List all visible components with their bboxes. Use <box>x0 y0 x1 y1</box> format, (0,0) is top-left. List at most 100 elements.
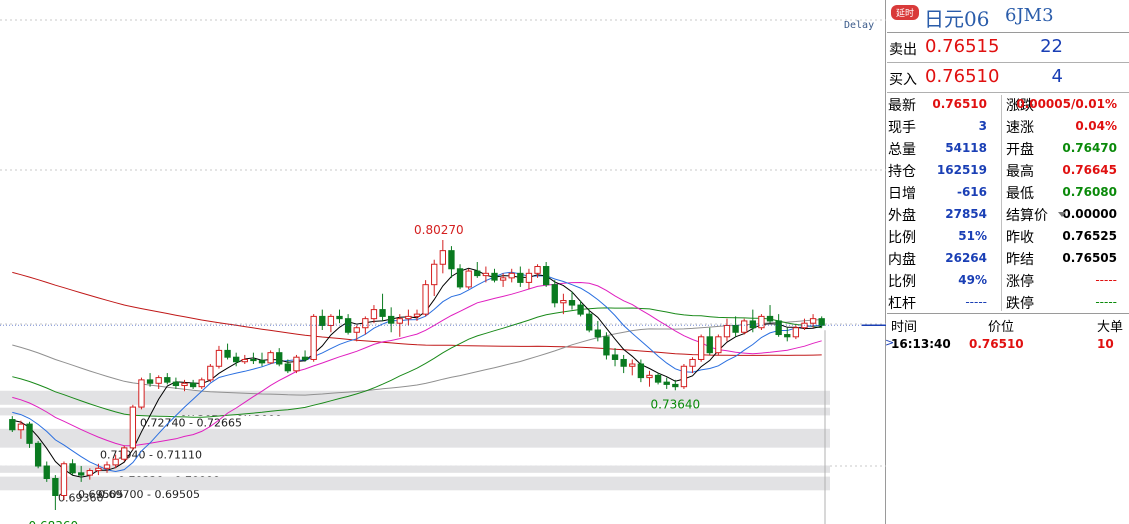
candle-body[interactable] <box>155 377 162 384</box>
candle-body[interactable] <box>207 365 214 381</box>
candle-body[interactable] <box>784 334 791 338</box>
candle-body[interactable] <box>26 423 33 444</box>
candle-body[interactable] <box>250 358 257 362</box>
candle-body[interactable] <box>370 309 378 320</box>
candle-body[interactable] <box>319 315 326 326</box>
candle-body[interactable] <box>422 284 429 315</box>
sell-price[interactable]: 0.76515 <box>925 36 999 57</box>
candle-body[interactable] <box>9 419 16 431</box>
candle-body[interactable] <box>809 318 817 324</box>
candle-body[interactable] <box>586 313 593 331</box>
chevron-down-icon[interactable] <box>1058 212 1066 217</box>
candle-body[interactable] <box>336 315 343 320</box>
candle-body[interactable] <box>611 354 619 360</box>
candle-body[interactable] <box>387 315 395 324</box>
candle-body[interactable] <box>52 477 59 496</box>
candle-body[interactable] <box>697 336 705 360</box>
candle-body[interactable] <box>95 467 102 472</box>
candle-body[interactable] <box>646 374 653 379</box>
candle-body[interactable] <box>706 336 713 354</box>
candle-body[interactable] <box>129 406 137 449</box>
candle-body[interactable] <box>663 381 670 385</box>
candle-body[interactable] <box>577 304 584 315</box>
candle-body[interactable] <box>499 277 507 281</box>
candle-body[interactable] <box>181 382 188 387</box>
contract-name[interactable]: 日元06 <box>924 3 989 32</box>
candle-body[interactable] <box>749 320 756 329</box>
candle-body[interactable] <box>603 336 610 356</box>
sell-row[interactable]: 卖出 0.76515 22 <box>887 33 1129 63</box>
candle-body[interactable] <box>241 358 248 363</box>
candle-body[interactable] <box>654 374 662 383</box>
candle-body[interactable] <box>258 360 266 364</box>
candle-body[interactable] <box>637 363 645 379</box>
candle-body[interactable] <box>60 463 68 496</box>
candle-body[interactable] <box>138 379 145 408</box>
candle-body[interactable] <box>568 300 576 306</box>
candle-body[interactable] <box>146 379 154 384</box>
buy-price[interactable]: 0.76510 <box>925 66 999 87</box>
candle-body[interactable] <box>689 358 696 367</box>
candle-body[interactable] <box>112 458 119 466</box>
candle-body[interactable] <box>310 315 317 360</box>
candle-body[interactable] <box>482 272 490 277</box>
candle-body[interactable] <box>327 315 335 326</box>
candle-body[interactable] <box>456 268 464 288</box>
candle-body[interactable] <box>517 272 524 283</box>
candle-body[interactable] <box>715 336 722 354</box>
candle-body[interactable] <box>560 300 567 304</box>
candle-body[interactable] <box>594 329 601 338</box>
candle-body[interactable] <box>439 250 447 265</box>
candle-body[interactable] <box>172 381 180 387</box>
candle-body[interactable] <box>431 263 438 286</box>
candlestick-chart[interactable]: 0.73620 - 0.730000.72740 - 0.726650.7194… <box>0 0 886 524</box>
candle-body[interactable] <box>474 270 481 277</box>
candle-body[interactable] <box>78 472 85 476</box>
candle-body[interactable] <box>775 320 782 336</box>
buy-row[interactable]: 买入 0.76510 4 <box>887 63 1129 93</box>
candle-body[interactable] <box>723 324 731 338</box>
candle-body[interactable] <box>121 447 128 460</box>
candle-body[interactable] <box>766 315 774 322</box>
candle-body[interactable] <box>732 324 739 333</box>
candle-body[interactable] <box>818 318 825 326</box>
contract-code[interactable]: 6JM3 <box>1005 5 1054 26</box>
candle-body[interactable] <box>620 358 627 367</box>
candle-body[interactable] <box>189 382 197 388</box>
candle-body[interactable] <box>465 270 472 288</box>
candle-body[interactable] <box>276 352 283 365</box>
candle-body[interactable] <box>508 272 515 279</box>
candle-body[interactable] <box>301 356 309 360</box>
candle-body[interactable] <box>379 309 386 317</box>
candle-body[interactable] <box>672 383 679 388</box>
candle-body[interactable] <box>164 377 171 383</box>
candle-body[interactable] <box>680 365 688 388</box>
candle-body[interactable] <box>86 470 93 476</box>
candle-body[interactable] <box>17 423 25 431</box>
candle-body[interactable] <box>284 363 292 372</box>
candle-body[interactable] <box>103 464 111 469</box>
candle-body[interactable] <box>198 379 205 388</box>
candle-body[interactable] <box>34 442 42 467</box>
candle-body[interactable] <box>741 320 748 333</box>
candle-body[interactable] <box>551 284 558 304</box>
candle-body[interactable] <box>353 327 360 333</box>
candle-body[interactable] <box>413 313 421 317</box>
candle-body[interactable] <box>233 356 240 363</box>
candle-body[interactable] <box>405 315 412 320</box>
candle-body[interactable] <box>758 315 765 329</box>
candle-body[interactable] <box>224 349 231 358</box>
candle-body[interactable] <box>491 272 498 281</box>
candle-body[interactable] <box>43 465 50 479</box>
candle-body[interactable] <box>542 266 550 286</box>
candle-body[interactable] <box>792 327 800 338</box>
candle-body[interactable] <box>396 318 403 324</box>
candle-body[interactable] <box>215 349 223 367</box>
tick-row[interactable]: > 16:13:40 0.76510 10 <box>885 334 1129 354</box>
candle-body[interactable] <box>629 363 636 367</box>
candle-body[interactable] <box>69 463 76 474</box>
candle-body[interactable] <box>525 272 533 283</box>
candle-body[interactable] <box>267 352 274 364</box>
candle-body[interactable] <box>293 356 300 372</box>
candle-body[interactable] <box>534 266 541 274</box>
